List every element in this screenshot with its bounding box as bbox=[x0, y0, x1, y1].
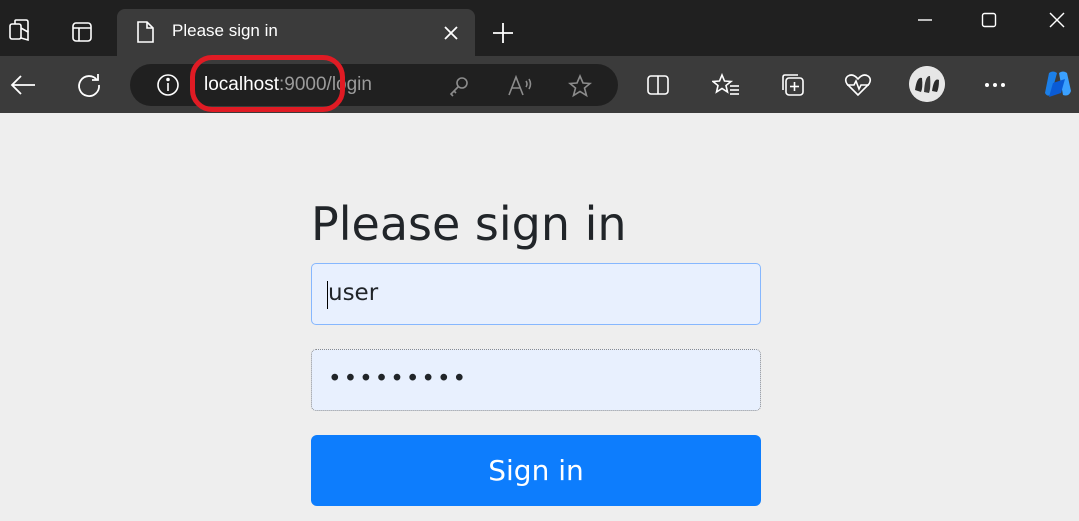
tab-bar: Please sign in bbox=[0, 0, 1079, 56]
site-info-icon[interactable] bbox=[156, 73, 180, 97]
workspaces-icon[interactable] bbox=[6, 17, 34, 45]
split-screen-icon[interactable] bbox=[644, 71, 672, 99]
favorite-star-icon[interactable] bbox=[567, 73, 593, 99]
new-tab-icon[interactable] bbox=[490, 20, 516, 46]
password-value: ••••••••• bbox=[328, 366, 469, 392]
close-window-icon[interactable] bbox=[1042, 6, 1072, 34]
password-input[interactable]: ••••••••• bbox=[311, 349, 761, 411]
close-tab-icon[interactable] bbox=[440, 22, 462, 44]
sign-in-button[interactable]: Sign in bbox=[311, 435, 761, 506]
tab-title: Please sign in bbox=[172, 21, 278, 40]
collections-icon[interactable] bbox=[779, 71, 807, 99]
page-content: Please sign in user ••••••••• Sign in bbox=[0, 113, 1079, 521]
favorites-icon[interactable] bbox=[711, 71, 741, 99]
copilot-icon[interactable] bbox=[1040, 66, 1076, 102]
key-icon[interactable] bbox=[446, 73, 472, 99]
page-heading: Please sign in bbox=[311, 197, 627, 251]
username-input[interactable]: user bbox=[311, 263, 761, 325]
browser-essentials-icon[interactable] bbox=[843, 71, 873, 99]
active-tab[interactable]: Please sign in bbox=[117, 9, 475, 56]
refresh-icon[interactable] bbox=[74, 70, 104, 100]
minimize-icon[interactable] bbox=[910, 6, 940, 34]
maximize-icon[interactable] bbox=[974, 6, 1004, 34]
more-options-icon[interactable] bbox=[980, 71, 1010, 99]
browser-toolbar: localhost:9000/login bbox=[0, 56, 1079, 113]
profile-avatar[interactable] bbox=[909, 66, 945, 102]
vertical-tabs-icon[interactable] bbox=[68, 18, 96, 46]
url-highlight-annotation bbox=[190, 55, 345, 112]
username-value: user bbox=[328, 280, 379, 306]
read-aloud-icon[interactable] bbox=[506, 73, 534, 99]
back-arrow-icon[interactable] bbox=[8, 70, 38, 100]
document-icon bbox=[134, 20, 156, 44]
